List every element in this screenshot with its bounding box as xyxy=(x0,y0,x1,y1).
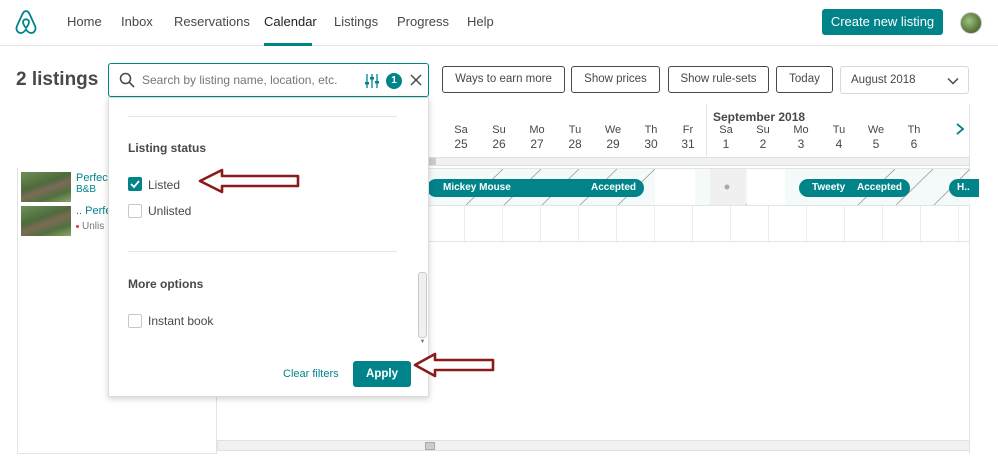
month-select-value: August 2018 xyxy=(851,74,916,86)
listings-count: 2 listings xyxy=(16,69,99,90)
unlisted-checkbox[interactable] xyxy=(128,204,142,218)
annotation-arrow-icon xyxy=(198,168,300,194)
booking-bar[interactable]: H.. xyxy=(949,179,979,197)
day-header: Tu 28 xyxy=(568,124,582,151)
clear-filters-link[interactable]: Clear filters xyxy=(283,368,339,380)
calendar-cell[interactable] xyxy=(731,206,769,243)
nav-home[interactable]: Home xyxy=(67,14,102,29)
listing-status-text: Unlis xyxy=(82,221,105,232)
listing-title[interactable]: .. Perfe xyxy=(76,205,111,217)
nav-reservations[interactable]: Reservations xyxy=(174,14,250,29)
day-header: Sa 25 xyxy=(454,124,468,151)
top-navigation: Home Inbox Reservations Calendar Listing… xyxy=(0,0,998,46)
search-placeholder: Search by listing name, location, etc. xyxy=(142,73,338,87)
unlisted-label[interactable]: Unlisted xyxy=(148,204,191,218)
calendar-row: Mickey Mouse Accepted Tweety Accepted H.… xyxy=(427,168,979,206)
listing-status-heading: Listing status xyxy=(128,141,207,155)
chevron-down-icon xyxy=(947,77,959,85)
listed-label[interactable]: Listed xyxy=(148,178,180,192)
listing-subtitle: B&B xyxy=(76,184,97,195)
filter-panel: Listing status Listed Unlisted More opti… xyxy=(108,97,429,397)
filter-sliders-icon[interactable] xyxy=(364,73,380,89)
search-input[interactable]: Search by listing name, location, etc. 1 xyxy=(108,63,429,97)
calendar-cell[interactable] xyxy=(579,206,617,243)
nav-inbox[interactable]: Inbox xyxy=(121,14,153,29)
day-header: Mo 27 xyxy=(529,124,545,151)
day-header: Su 2 xyxy=(756,124,770,151)
nav-calendar[interactable]: Calendar xyxy=(264,14,317,29)
listing-thumbnail[interactable] xyxy=(21,206,71,236)
calendar-cell[interactable] xyxy=(617,206,655,243)
calendar-cell[interactable] xyxy=(769,206,807,243)
calendar-cell[interactable] xyxy=(655,206,693,243)
day-header: Su 26 xyxy=(492,124,506,151)
active-tab-indicator xyxy=(264,43,312,46)
show-rule-sets-button[interactable]: Show rule-sets xyxy=(668,66,769,93)
booking-status: Accepted xyxy=(856,182,902,193)
month-label: September 2018 xyxy=(713,110,806,124)
day-header: Fr 31 xyxy=(681,124,695,151)
booking-bar[interactable]: Mickey Mouse Accepted xyxy=(427,179,644,197)
nav-listings[interactable]: Listings xyxy=(334,14,378,29)
calendar-scrollbar-bottom[interactable] xyxy=(217,440,970,451)
calendar-cell[interactable] xyxy=(845,206,883,243)
day-header: We 29 xyxy=(604,124,622,151)
panel-scrollbar[interactable] xyxy=(418,272,427,338)
create-new-listing-button[interactable]: Create new listing xyxy=(822,9,943,35)
day-header: Sa 1 xyxy=(719,124,733,151)
airbnb-logo-icon[interactable] xyxy=(14,9,38,35)
month-select[interactable]: August 2018 xyxy=(840,66,969,94)
scroll-down-arrow-icon[interactable]: ▼ xyxy=(418,339,427,346)
booking-guest-name: H.. xyxy=(957,182,970,193)
listed-checkbox[interactable] xyxy=(128,177,142,191)
chevron-right-icon[interactable] xyxy=(954,122,966,136)
day-header: Tu 4 xyxy=(832,124,846,151)
calendar-cell[interactable] xyxy=(427,206,465,243)
booking-guest-name: Tweety xyxy=(812,182,846,193)
more-options-heading: More options xyxy=(128,277,204,291)
calendar-cell[interactable] xyxy=(921,206,959,243)
scrollbar-thumb[interactable] xyxy=(428,158,436,165)
booking-guest-name: Mickey Mouse xyxy=(443,182,511,193)
calendar-cell[interactable] xyxy=(693,206,731,243)
day-header: Th 6 xyxy=(907,124,921,151)
ways-to-earn-more-button[interactable]: Ways to earn more xyxy=(442,66,565,93)
avatar[interactable] xyxy=(960,12,982,34)
status-dot xyxy=(76,224,79,228)
calendar-cell[interactable] xyxy=(807,206,845,243)
booking-bar[interactable]: Tweety Accepted xyxy=(799,179,910,197)
calendar-cell[interactable] xyxy=(503,206,541,243)
divider xyxy=(128,116,397,117)
booking-status: Accepted xyxy=(590,182,636,193)
filter-count-badge: 1 xyxy=(386,73,402,89)
nav-help[interactable]: Help xyxy=(467,14,494,29)
search-icon xyxy=(119,72,135,88)
annotation-arrow-icon xyxy=(413,352,495,378)
close-icon[interactable] xyxy=(409,73,423,87)
apply-button[interactable]: Apply xyxy=(353,361,411,387)
calendar-cell[interactable] xyxy=(465,206,503,243)
divider xyxy=(128,251,397,252)
listing-thumbnail[interactable] xyxy=(21,172,71,202)
calendar-scrollbar-top[interactable] xyxy=(427,157,970,166)
instant-book-checkbox[interactable] xyxy=(128,314,142,328)
calendar-cell[interactable] xyxy=(541,206,579,243)
show-prices-button[interactable]: Show prices xyxy=(571,66,660,93)
today-button[interactable]: Today xyxy=(776,66,833,93)
day-header: Mo 3 xyxy=(793,124,809,151)
checkmark-icon xyxy=(130,180,140,189)
calendar-cell[interactable] xyxy=(883,206,921,243)
instant-book-label[interactable]: Instant book xyxy=(148,314,213,328)
scrollbar-thumb[interactable] xyxy=(425,442,435,450)
calendar-row xyxy=(427,205,970,243)
day-header: Th 30 xyxy=(644,124,658,151)
listing-title[interactable]: Perfec xyxy=(76,172,108,184)
day-header: We 5 xyxy=(867,124,885,151)
listing-status: Unlis xyxy=(76,221,104,232)
nav-progress[interactable]: Progress xyxy=(397,14,449,29)
